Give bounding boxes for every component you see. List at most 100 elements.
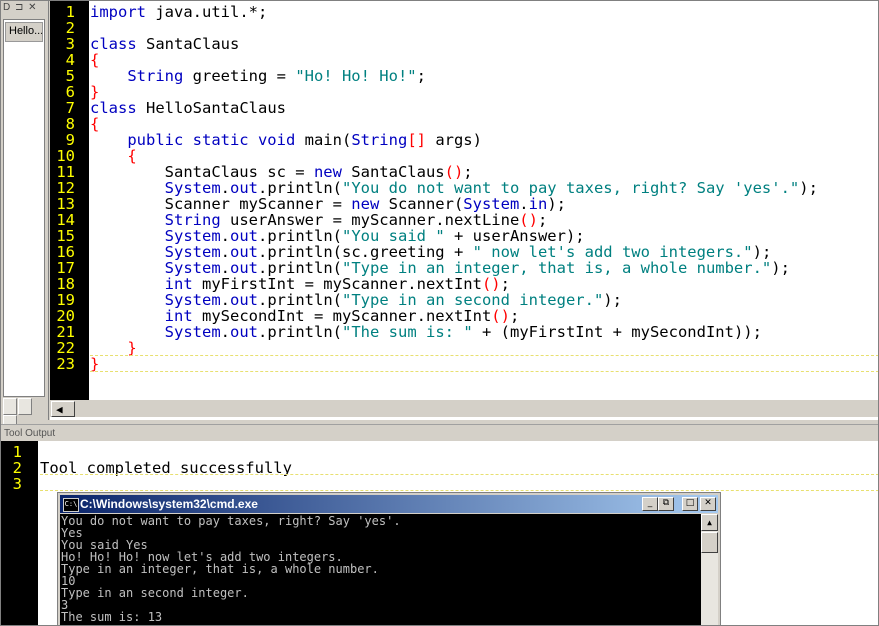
scroll-segment[interactable]: [18, 398, 32, 415]
scroll-segment[interactable]: [3, 398, 17, 415]
line-number: 16: [56, 243, 75, 261]
code-line[interactable]: System.out.println("You do not want to p…: [90, 180, 879, 196]
cmd-output-lines: You do not want to pay taxes, right? Say…: [61, 515, 401, 623]
editor-line-numbers: 1 2 3 4 5 6 7 8 9 10 11 12 13 14 15 16 17 18 19 20 21 22 23: [50, 4, 75, 372]
line-number: 19: [56, 291, 75, 309]
line-number: 3: [65, 35, 75, 53]
line-number: 9: [65, 131, 75, 149]
code-token: public static void: [127, 131, 296, 149]
code-line[interactable]: [90, 20, 879, 36]
document-list: Hello...: [3, 19, 45, 397]
code-token: []: [407, 131, 426, 149]
line-number: 1: [12, 443, 22, 461]
code-token: greeting =: [183, 67, 296, 85]
document-item-hello[interactable]: Hello...: [5, 22, 43, 42]
cmd-console[interactable]: You do not want to pay taxes, right? Say…: [60, 514, 701, 625]
current-line-marker: [90, 371, 879, 372]
line-number: 1: [65, 3, 75, 21]
code-token: SantaClaus: [136, 35, 240, 53]
code-line[interactable]: int mySecondInt = myScanner.nextInt();: [90, 308, 879, 324]
line-number: 14: [56, 211, 75, 229]
code-line[interactable]: public static void main(String[] args): [90, 132, 879, 148]
code-line[interactable]: String greeting = "Ho! Ho! Ho!";: [90, 68, 879, 84]
code-token: String: [351, 131, 408, 149]
code-area[interactable]: import java.util.*; class SantaClaus{ Str…: [90, 4, 879, 372]
scroll-left-button[interactable]: ◀: [51, 401, 75, 417]
code-line[interactable]: Scanner myScanner = new Scanner(System.i…: [90, 196, 879, 212]
close-button[interactable]: ✕: [700, 497, 716, 511]
code-line[interactable]: System.out.println(sc.greeting + " now l…: [90, 244, 879, 260]
line-number: 10: [56, 147, 75, 165]
code-editor[interactable]: 1 2 3 4 5 6 7 8 9 10 11 12 13 14 15 16 17 18 19 20 21 22 23 im…: [50, 0, 879, 420]
scroll-up-button[interactable]: ▲: [701, 514, 718, 531]
line-number-gutter: 1 2 3 4 5 6 7 8 9 10 11 12 13 14 15 16 17 18 19 20 21 22 23: [50, 0, 89, 400]
code-line[interactable]: int myFirstInt = myScanner.nextInt();: [90, 276, 879, 292]
scroll-thumb[interactable]: [701, 532, 718, 553]
code-line[interactable]: }: [90, 84, 879, 100]
cmd-icon[interactable]: C:\: [63, 498, 79, 512]
code-token: ;: [416, 67, 426, 85]
tool-output-line-numbers: 123: [0, 444, 22, 492]
document-panel-header[interactable]: D ⊐ ✕: [0, 0, 48, 18]
maximize-button[interactable]: □: [682, 497, 698, 511]
code-line[interactable]: import java.util.*;: [90, 4, 879, 20]
line-number: 8: [65, 115, 75, 133]
code-line[interactable]: System.out.println("Type in an second in…: [90, 292, 879, 308]
code-line[interactable]: {: [90, 52, 879, 68]
code-line[interactable]: {: [90, 116, 879, 132]
line-number: 4: [65, 51, 75, 69]
code-token: );: [603, 291, 622, 309]
line-number: 17: [56, 259, 75, 277]
editor-horizontal-scrollbar[interactable]: ◀: [50, 400, 879, 417]
code-line[interactable]: }: [90, 340, 879, 356]
document-list-scrollbar[interactable]: [3, 398, 45, 432]
code-line[interactable]: class HelloSantaClaus: [90, 100, 879, 116]
line-number: 11: [56, 163, 75, 181]
tool-output-header: Tool Output: [0, 424, 879, 441]
line-number: 7: [65, 99, 75, 117]
console-line: You do not want to pay taxes, right? Say…: [61, 514, 401, 528]
code-line[interactable]: SantaClaus sc = new SantaClaus();: [90, 164, 879, 180]
code-line[interactable]: }: [90, 356, 879, 372]
current-line-marker: [40, 490, 879, 491]
line-number: 21: [56, 323, 75, 341]
code-token: + (myFirstInt + mySecondInt));: [472, 323, 762, 341]
code-line[interactable]: class SantaClaus: [90, 36, 879, 52]
cmd-vertical-scrollbar[interactable]: ▲: [701, 514, 718, 625]
code-line[interactable]: System.out.println("Type in an integer, …: [90, 260, 879, 276]
cmd-window[interactable]: C:\ C:\Windows\system32\cmd.exe _ ⧉ □ ✕ …: [57, 492, 721, 626]
console-line: Type in an second integer.: [61, 586, 249, 600]
code-token: HelloSantaClaus: [136, 99, 286, 117]
line-number: 20: [56, 307, 75, 325]
line-number: 2: [65, 19, 75, 37]
code-token: );: [771, 259, 790, 277]
code-line[interactable]: System.out.println("The sum is: " + (myF…: [90, 324, 879, 340]
code-token: "The sum is: ": [342, 323, 473, 341]
line-number: 5: [65, 67, 75, 85]
code-token: java.util.*;: [146, 3, 268, 21]
code-token: out: [230, 323, 258, 341]
line-number: 23: [56, 355, 75, 373]
line-number: 22: [56, 339, 75, 357]
current-line-marker: [40, 474, 879, 475]
code-line[interactable]: System.out.println("You said " + userAns…: [90, 228, 879, 244]
line-number: 2: [12, 459, 22, 477]
current-line-marker: [90, 355, 879, 356]
document-list-panel: D ⊐ ✕ Hello...: [0, 0, 49, 432]
left-arrow-icon: ◀: [56, 403, 63, 416]
cmd-title-bar[interactable]: C:\ C:\Windows\system32\cmd.exe _ ⧉ □ ✕: [60, 495, 718, 513]
restore-button[interactable]: ⧉: [658, 497, 674, 511]
cmd-window-title: C:\Windows\system32\cmd.exe: [80, 497, 258, 511]
code-token: .: [220, 323, 230, 341]
console-line: Type in an integer, that is, a whole num…: [61, 562, 379, 576]
code-token: );: [547, 195, 566, 213]
line-number: 3: [12, 475, 22, 493]
code-token: String: [127, 67, 184, 85]
line-number: 12: [56, 179, 75, 197]
line-number: 15: [56, 227, 75, 245]
minimize-button[interactable]: _: [642, 497, 658, 511]
up-arrow-icon: ▲: [707, 518, 712, 527]
code-line[interactable]: String userAnswer = myScanner.nextLine()…: [90, 212, 879, 228]
code-line[interactable]: {: [90, 148, 879, 164]
code-token: import: [90, 3, 146, 21]
